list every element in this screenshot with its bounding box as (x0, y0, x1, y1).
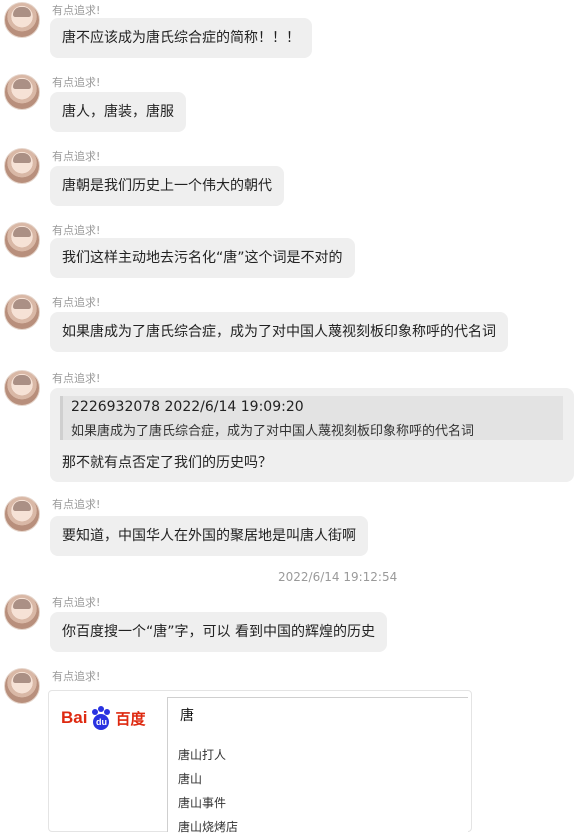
message-bubble[interactable]: 唐人，唐装，唐服 (50, 92, 186, 132)
avatar[interactable] (4, 2, 40, 38)
avatar[interactable] (4, 668, 40, 704)
sender-name: 有点追求! (52, 596, 101, 609)
image-message[interactable]: Bai du 百度 唐山打人 唐山 唐山事件 唐山烧烤店 (48, 690, 472, 835)
avatar[interactable] (4, 74, 40, 110)
suggestion-item[interactable]: 唐山烧烤店 (178, 818, 238, 835)
sender-name: 有点追求! (52, 76, 101, 89)
quoted-message[interactable]: 2226932078 2022/6/14 19:09:20 如果唐成为了唐氏综合… (60, 396, 563, 440)
sender-name: 有点追求! (52, 670, 101, 683)
message-bubble[interactable]: 你百度搜一个“唐”字，可以 看到中国的辉煌的历史 (50, 612, 387, 652)
message-bubble[interactable]: 要知道，中国华人在外国的聚居地是叫唐人街啊 (50, 516, 368, 556)
reply-text: 那不就有点否定了我们的历史吗？ (62, 455, 272, 471)
avatar[interactable] (4, 222, 40, 258)
message-bubble[interactable]: 唐不应该成为唐氏综合症的简称！！！ (50, 18, 312, 58)
message-bubble[interactable]: 2226932078 2022/6/14 19:09:20 如果唐成为了唐氏综合… (50, 388, 574, 482)
sender-name: 有点追求! (52, 372, 101, 385)
suggestion-item[interactable]: 唐山打人 (178, 746, 226, 763)
paw-icon: du (89, 706, 113, 730)
sender-name: 有点追求! (52, 150, 101, 163)
chat-timestamp: 2022/6/14 19:12:54 (278, 570, 398, 584)
avatar[interactable] (4, 370, 40, 406)
search-input[interactable] (178, 706, 442, 724)
quoted-message-header: 2226932078 2022/6/14 19:09:20 (71, 399, 304, 415)
search-panel: 唐山打人 唐山 唐山事件 唐山烧烤店 (167, 697, 468, 835)
sender-name: 有点追求! (52, 498, 101, 511)
message-bubble[interactable]: 我们这样主动地去污名化“唐”这个词是不对的 (50, 238, 355, 278)
avatar[interactable] (4, 294, 40, 330)
suggestion-item[interactable]: 唐山事件 (178, 794, 226, 811)
suggestion-item[interactable]: 唐山 (178, 770, 202, 787)
avatar[interactable] (4, 148, 40, 184)
quoted-message-text: 如果唐成为了唐氏综合症，成为了对中国人蔑视刻板印象称呼的代名词 (71, 424, 475, 439)
avatar[interactable] (4, 496, 40, 532)
sender-name: 有点追求! (52, 296, 101, 309)
message-bubble[interactable]: 唐朝是我们历史上一个伟大的朝代 (50, 166, 284, 206)
sender-name: 有点追求! (52, 4, 101, 17)
message-bubble[interactable]: 如果唐成为了唐氏综合症，成为了对中国人蔑视刻板印象称呼的代名词 (50, 312, 508, 352)
baidu-logo: Bai du 百度 (61, 703, 145, 733)
sender-name: 有点追求! (52, 224, 101, 237)
avatar[interactable] (4, 594, 40, 630)
